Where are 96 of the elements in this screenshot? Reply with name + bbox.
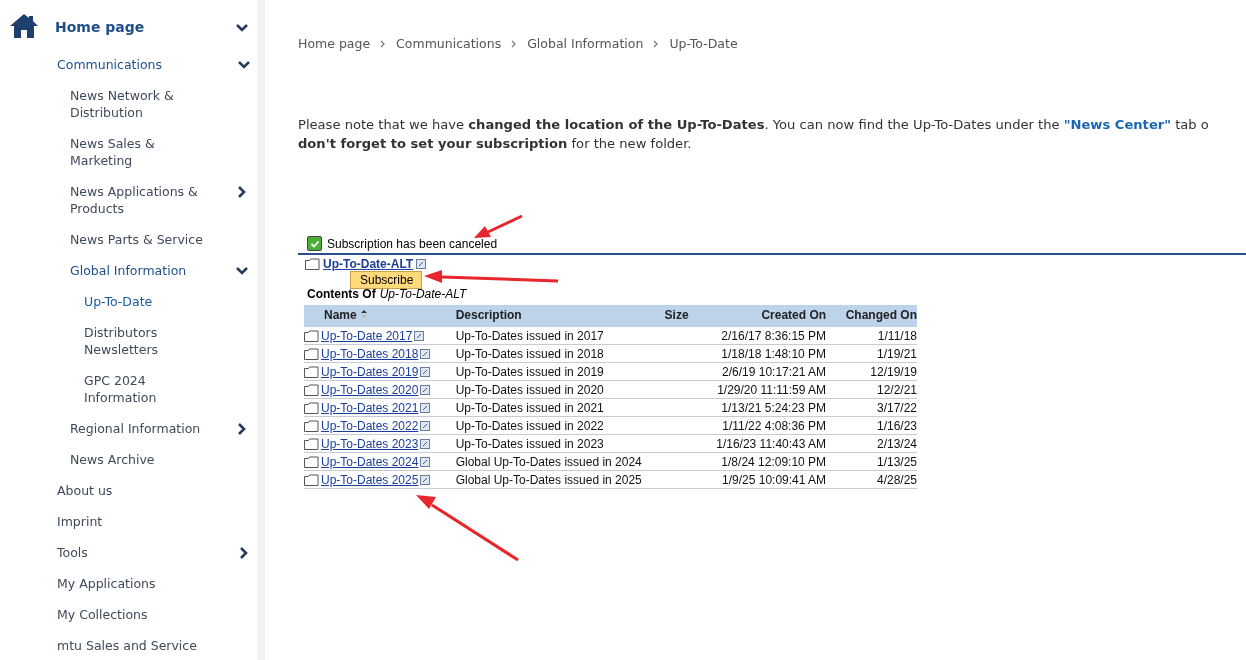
table-cell: Up-To-Dates issued in 2017 [455,327,650,345]
table-cell: Up-To-Dates issued in 2020 [455,380,650,399]
nav-item[interactable]: News Parts & Service [70,231,220,248]
folder-link[interactable]: Up-To-Dates 2024 [321,455,419,469]
folder-link[interactable]: Up-To-Date 2017 [321,329,413,343]
table-cell: 12/19/19 [826,362,917,381]
properties-icon[interactable] [420,349,431,359]
table-cell: 1/16/23 11:40:43 AM [703,434,827,453]
folder-icon [304,366,319,378]
properties-icon[interactable] [420,457,431,467]
news-center-link[interactable]: "News Center" [1063,117,1172,132]
column-header[interactable]: Created On [703,305,827,327]
nav-item[interactable]: My Applications [57,575,237,592]
folder-link[interactable]: Up-To-Dates 2025 [321,473,419,487]
table-cell: Global Up-To-Dates issued in 2025 [455,470,650,489]
table-cell: 1/13/25 [826,452,917,471]
contents-folder-name: Up-To-Date-ALT [379,287,467,301]
sort-icon [359,309,368,319]
table-cell: 1/16/23 [826,416,917,435]
folder-link[interactable]: Up-To-Dates 2023 [321,437,419,451]
nav-item[interactable]: My Collections [57,606,237,623]
properties-icon[interactable] [420,475,431,485]
breadcrumb-link[interactable]: Communications [396,36,502,51]
properties-icon[interactable] [420,385,431,395]
nav-item[interactable]: News Sales & Marketing [70,135,220,169]
table-cell: 1/11/18 [826,327,917,345]
folder-link[interactable]: Up-To-Dates 2018 [321,347,419,361]
table-cell: Up-To-Dates issued in 2022 [455,416,650,435]
table-cell: 12/2/21 [826,380,917,399]
folder-icon [304,348,319,360]
folder-link[interactable]: Up-To-Dates 2022 [321,419,419,433]
nav-item[interactable]: Regional Information [70,420,220,437]
nav-item[interactable]: Distributors Newsletters [84,324,194,358]
table-cell: 1/9/25 10:09:41 AM [703,470,827,489]
table-cell: 3/17/22 [826,398,917,417]
column-header[interactable]: Size [649,305,704,327]
table-cell: 1/8/24 12:09:10 PM [703,452,827,471]
contents-label: Contents Of [307,287,376,301]
folder-icon [304,456,319,468]
properties-icon[interactable] [416,259,427,269]
table-cell: Up-To-Dates issued in 2023 [455,434,650,453]
nav-item[interactable]: About us [57,482,237,499]
table-cell: Up-To-Dates issued in 2019 [455,362,650,381]
breadcrumb-link[interactable]: Home page [298,36,371,51]
column-header[interactable]: Description [455,305,650,327]
column-header[interactable]: Name [304,305,456,327]
table-cell: 2/16/17 8:36:15 PM [703,327,827,345]
table-cell: 1/29/20 11:11:59 AM [703,380,827,399]
folder-icon [305,258,320,270]
table-cell: 1/11/22 4:08:36 PM [703,416,827,435]
properties-icon[interactable] [420,403,431,413]
table-cell: 1/19/21 [826,344,917,363]
folder-link[interactable]: Up-To-Date-ALT [323,257,414,271]
folder-icon [304,384,319,396]
subscribe-tooltip[interactable]: Subscribe [350,271,423,289]
table-cell: 1/13/21 5:24:23 PM [703,398,827,417]
nav-item[interactable]: Home page [55,19,215,39]
column-header[interactable]: Changed On [826,305,917,327]
notice-text: Please note that we have changed the location of the Up-To-Dates. You can now find the Up-To-Dates under the "News Center" tab o don't forget to set your subscription for the new folder. [298,116,1210,153]
folder-icon [304,474,319,486]
table-cell: Up-To-Dates issued in 2018 [455,344,650,363]
table-cell: 4/28/25 [826,470,917,489]
chevron-icon [511,39,518,48]
breadcrumb-link[interactable]: Up-To-Date [669,36,738,51]
nav-item[interactable]: News Network & Distribution [70,87,220,121]
nav-item[interactable]: Tools [57,544,237,561]
folder-link[interactable]: Up-To-Dates 2019 [321,365,419,379]
nav-item[interactable]: GPC 2024 Information [84,372,194,406]
table-cell: Global Up-To-Dates issued in 2024 [455,452,650,471]
properties-icon[interactable] [414,331,425,341]
folder-icon [304,438,319,450]
annotation-arrow [474,214,523,238]
nav-item[interactable]: mtu Sales and Service [57,637,237,654]
nav-item[interactable]: Communications [57,56,237,73]
folder-link[interactable]: Up-To-Dates 2021 [321,401,419,415]
chevron-icon [380,39,387,48]
properties-icon[interactable] [420,439,431,449]
properties-icon[interactable] [420,421,431,431]
nav-item[interactable]: Imprint [57,513,237,530]
table-cell: 2/6/19 10:17:21 AM [703,362,827,381]
status-message: Subscription has been canceled [327,236,498,251]
folder-icon [304,420,319,432]
table-cell: Up-To-Dates issued in 2021 [455,398,650,417]
folder-icon [304,402,319,414]
folder-link[interactable]: Up-To-Dates 2020 [321,383,419,397]
nav-item[interactable]: News Applications & Products [70,183,220,217]
table-cell: 1/18/18 1:48:10 PM [703,344,827,363]
nav-item[interactable]: Global Information [70,262,220,279]
chevron-icon [653,39,660,48]
properties-icon[interactable] [420,367,431,377]
breadcrumb-link[interactable]: Global Information [527,36,644,51]
nav-item[interactable]: Up-To-Date [84,293,194,310]
folder-icon [304,330,319,342]
table-cell: 2/13/24 [826,434,917,453]
nav-item[interactable]: News Archive [70,451,220,468]
home-icon[interactable] [9,13,39,39]
